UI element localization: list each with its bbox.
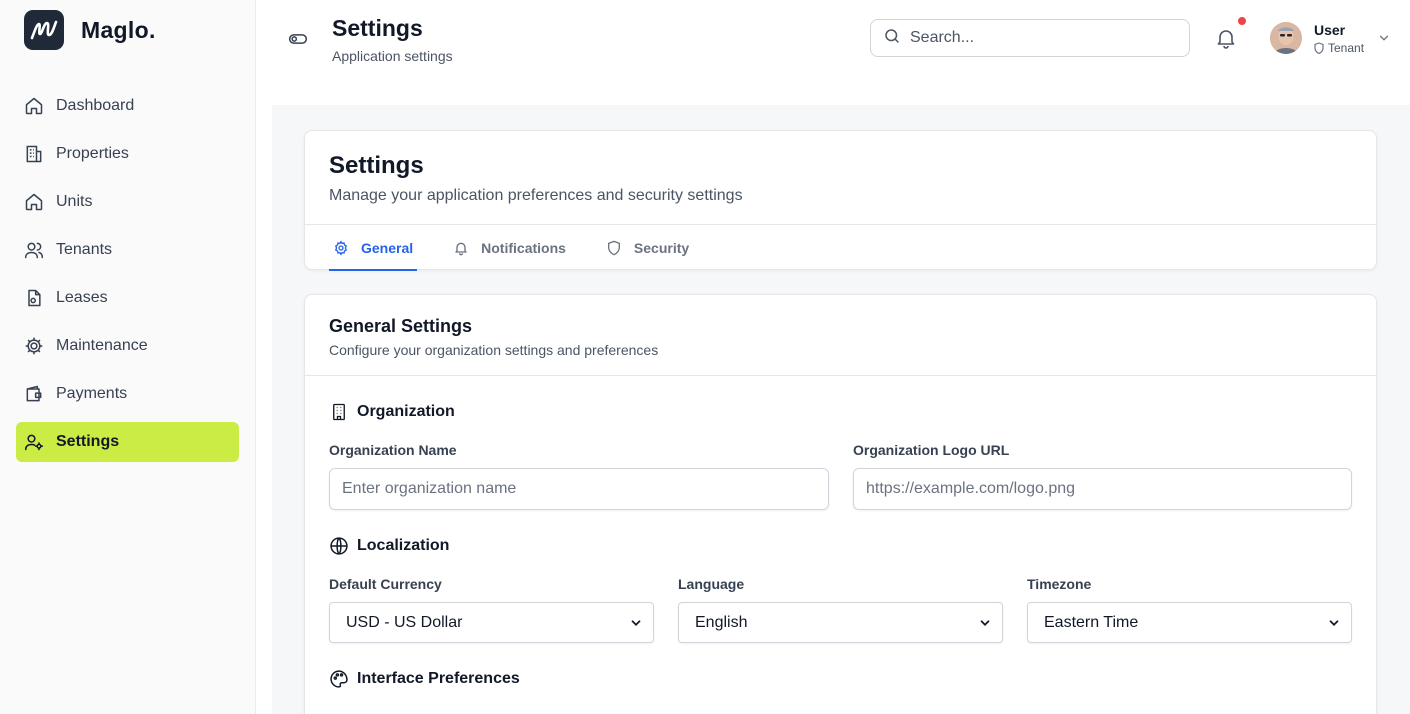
default-currency-label: Default Currency [329, 576, 442, 592]
general-settings-card: General Settings Configure your organiza… [304, 294, 1377, 714]
sidebar-nav: Dashboard Properties Units Tenants Lease… [16, 86, 239, 470]
timezone-label: Timezone [1027, 576, 1092, 592]
brand[interactable]: Maglo. [24, 10, 156, 50]
home-icon [24, 96, 44, 116]
chevron-down-icon [631, 620, 641, 626]
sidebar-toggle-icon[interactable] [288, 29, 308, 49]
users-icon [24, 240, 44, 260]
search-box[interactable] [870, 19, 1190, 57]
settings-tabs: General Notifications Security [329, 225, 729, 271]
tab-security[interactable]: Security [606, 225, 689, 271]
shield-icon [1314, 42, 1324, 54]
notification-dot [1238, 17, 1246, 25]
tab-label: Security [633, 240, 690, 256]
organization-heading-label: Organization [357, 403, 455, 420]
sidebar-item-label: Leases [56, 289, 108, 306]
home-icon [24, 192, 44, 212]
sidebar-item-dashboard[interactable]: Dashboard [16, 86, 239, 126]
sidebar-item-label: Settings [56, 433, 120, 450]
settings-header-card: Settings Manage your application prefere… [304, 130, 1377, 271]
settings-card-title: Settings [329, 152, 424, 179]
file-icon [24, 288, 44, 308]
sidebar-item-payments[interactable]: Payments [16, 374, 239, 414]
brand-name: Maglo. [81, 16, 156, 43]
tab-label: General [361, 240, 414, 256]
organization-logo-label: Organization Logo URL [853, 442, 1010, 458]
building-icon [329, 402, 349, 422]
main-content: Settings Manage your application prefere… [272, 105, 1410, 714]
general-settings-title: General Settings [329, 316, 473, 336]
chevron-down-icon [1329, 620, 1339, 626]
chevron-down-icon[interactable] [1377, 31, 1391, 45]
gear-icon [24, 336, 44, 356]
user-name: User [1314, 22, 1346, 38]
sidebar-item-label: Dashboard [56, 97, 135, 114]
top-bar: Settings Application settings User Tenan… [256, 0, 1410, 105]
divider [305, 375, 1376, 376]
tab-general[interactable]: General [329, 225, 418, 271]
wallet-icon [24, 384, 44, 404]
interface-preferences-heading-label: Interface Preferences [357, 670, 520, 687]
avatar[interactable] [1270, 22, 1302, 54]
organization-name-label: Organization Name [329, 442, 457, 458]
sidebar-item-label: Payments [56, 385, 128, 402]
currency-select-value: USD - US Dollar [346, 613, 463, 631]
organization-name-input[interactable] [329, 468, 829, 510]
bell-icon [453, 240, 469, 256]
timezone-select-value: Eastern Time [1044, 613, 1139, 631]
organization-logo-input[interactable] [853, 468, 1352, 510]
search-icon [883, 27, 901, 50]
localization-heading: Localization [329, 536, 449, 556]
search-input[interactable] [910, 29, 1170, 47]
general-settings-description: Configure your organization settings and… [329, 342, 659, 358]
language-select-value: English [695, 613, 748, 631]
gear-icon [333, 240, 349, 256]
tab-label: Notifications [481, 240, 566, 256]
tab-notifications[interactable]: Notifications [453, 225, 566, 271]
sidebar-item-properties[interactable]: Properties [16, 134, 239, 174]
sidebar-item-label: Units [56, 193, 93, 210]
user-gear-icon [24, 432, 44, 452]
sidebar-item-label: Properties [56, 145, 129, 162]
organization-heading: Organization [329, 402, 455, 422]
brand-logo-icon [24, 10, 64, 50]
building-icon [24, 144, 44, 164]
settings-card-description: Manage your application preferences and … [329, 187, 743, 204]
chevron-down-icon [980, 620, 990, 626]
globe-icon [329, 536, 349, 556]
sidebar: Maglo. Dashboard Properties Units Tenant… [0, 0, 256, 714]
sidebar-item-label: Tenants [56, 241, 113, 258]
sidebar-item-settings[interactable]: Settings [16, 422, 239, 462]
notification-bell-icon[interactable] [1214, 26, 1238, 50]
language-select[interactable]: English [678, 602, 1003, 643]
sidebar-item-maintenance[interactable]: Maintenance [16, 326, 239, 366]
page-title: Settings [332, 15, 423, 41]
timezone-select[interactable]: Eastern Time [1027, 602, 1352, 643]
shield-icon [606, 240, 622, 256]
user-role-label: Tenant [1328, 41, 1365, 55]
sidebar-item-label: Maintenance [56, 337, 148, 354]
localization-heading-label: Localization [357, 537, 450, 554]
interface-preferences-heading: Interface Preferences [329, 669, 520, 689]
palette-icon [329, 669, 349, 689]
sidebar-item-tenants[interactable]: Tenants [16, 230, 239, 270]
sidebar-item-leases[interactable]: Leases [16, 278, 239, 318]
language-label: Language [678, 576, 745, 592]
currency-select[interactable]: USD - US Dollar [329, 602, 654, 643]
page-subtitle: Application settings [332, 48, 453, 64]
user-role: Tenant [1314, 41, 1364, 55]
sidebar-item-units[interactable]: Units [16, 182, 239, 222]
